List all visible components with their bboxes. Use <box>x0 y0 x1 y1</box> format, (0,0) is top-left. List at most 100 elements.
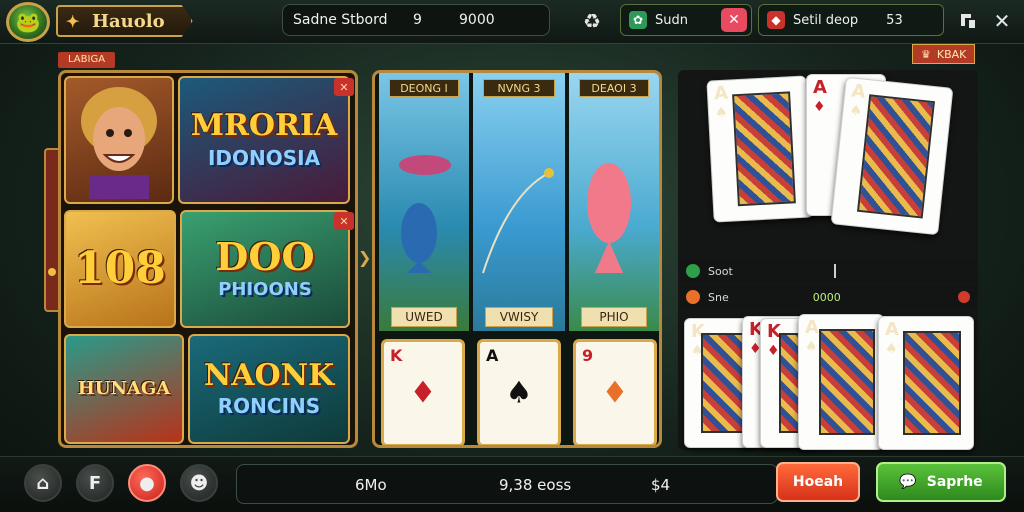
mini-card-1-rank: K <box>390 346 403 365</box>
fish-icon <box>399 155 451 273</box>
card-art <box>701 333 747 433</box>
left-side-tab[interactable] <box>44 148 58 312</box>
tile-hunaga[interactable]: HUNAGA <box>64 334 184 444</box>
bottom-card-4[interactable]: A ♠ <box>798 314 884 450</box>
home-icon[interactable]: ⌂ <box>24 464 62 502</box>
mini-card-2[interactable]: A ♠ <box>477 339 561 445</box>
mini-card-2-rank: A <box>486 346 499 365</box>
tile-108-title: 108 <box>74 243 166 294</box>
bottom-card-4-rank: A <box>805 317 819 338</box>
top-card-2-rank: A <box>813 77 827 98</box>
reel-1[interactable]: DEONG I UWED <box>379 73 469 331</box>
crossed-tools-icon[interactable]: ✕ <box>721 8 747 32</box>
card-art <box>732 91 796 207</box>
tile-portrait[interactable] <box>64 76 174 204</box>
tile-108[interactable]: 108 <box>64 210 176 328</box>
setil-pill[interactable]: ◆ Setil deop 53 <box>758 4 944 36</box>
tile-mroria-subtitle: IDONOSIA <box>207 146 321 170</box>
sudn-pill[interactable]: ✿ Sudn ✕ <box>620 4 752 36</box>
tile-doo-title: DOO <box>215 234 315 280</box>
frog-mascot-icon[interactable]: 🐸 <box>6 2 50 42</box>
hoeah-button[interactable]: Hoeah <box>776 462 860 502</box>
status-row-1: Soot <box>680 260 976 282</box>
tile-naonk-title: NAONK <box>203 358 335 393</box>
bottom-info-mid: 9,38 eoss <box>499 476 572 494</box>
status-2-label: Sne <box>708 290 729 304</box>
mini-card-3[interactable]: 9 ♦ <box>573 339 657 445</box>
reel-3-label: DEAOI 3 <box>579 79 649 97</box>
spade-icon: ♠ <box>848 102 863 120</box>
setil-value: 53 <box>886 12 903 28</box>
spade-icon: ♠ <box>505 375 533 411</box>
tile-naonk-subtitle: RONCINS <box>217 394 321 418</box>
top-card-3[interactable]: A ♠ <box>830 76 954 236</box>
chevron-right-icon[interactable]: ❯ <box>358 248 371 267</box>
kbak-badge[interactable]: ♛ KBAK <box>912 44 976 64</box>
mini-card-1[interactable]: K ♦ <box>381 339 465 445</box>
pink-fish-icon <box>587 163 631 273</box>
leaf-icon: ✿ <box>629 11 647 29</box>
card-art <box>903 331 961 435</box>
reel-2-label: NVNG 3 <box>483 79 555 97</box>
reel-2-bottom-label: VWISY <box>485 307 553 327</box>
reel-1-bottom-label: UWED <box>391 307 457 327</box>
left-panel-label: LABIGA <box>58 52 116 68</box>
bottom-card-5-rank: A <box>885 319 899 340</box>
setil-label: Setil deop <box>793 12 859 28</box>
status-1-label: Soot <box>708 264 733 278</box>
face-icon[interactable]: ☻ <box>180 464 218 502</box>
bottom-info-left: 6Mo <box>355 476 387 494</box>
slot-panel: DEONG I UWED NVNG 3 VWISY DEAOI 3 PHIO K… <box>372 70 662 448</box>
tile-naonk[interactable]: NAONK RONCINS <box>188 334 350 444</box>
crown-icon: ♛ <box>921 47 931 61</box>
spade-icon: ♠ <box>714 104 729 122</box>
reel-3[interactable]: DEAOI 3 PHIO <box>569 73 659 331</box>
saprhe-button[interactable]: 💬 Saprhe <box>876 462 1006 502</box>
diamond-icon: ♦ <box>767 343 780 359</box>
tile-doo-subtitle: PHIOONS <box>218 279 312 301</box>
spade-icon: ♠ <box>885 341 898 357</box>
reel-3-bottom-label: PHIO <box>581 307 647 327</box>
recycle-icon[interactable]: ♻ <box>578 7 606 35</box>
info-mid-text: 9 <box>413 12 422 28</box>
close-icon[interactable]: ✕ <box>988 7 1016 35</box>
status-dot-green-icon <box>686 264 700 278</box>
spade-icon: ♠ <box>805 339 818 355</box>
app-title: Hauolo <box>92 10 165 32</box>
tile-doo[interactable]: DOO PHIOONS <box>180 210 350 328</box>
grinning-man-icon <box>81 87 157 199</box>
location-pin-icon[interactable]: ● <box>128 464 166 502</box>
top-card-1[interactable]: A ♠ <box>706 75 814 223</box>
top-info-bar: Sadne Stbord 9 9000 <box>282 4 550 36</box>
top-card-3-rank: A <box>850 80 867 103</box>
reel-2[interactable]: NVNG 3 VWISY <box>473 73 565 331</box>
tile-mroria[interactable]: MRORIA IDONOSIA <box>178 76 350 204</box>
card-art <box>856 94 935 219</box>
info-left-text: Sadne Stbord <box>293 12 388 28</box>
diamond-icon: ♦ <box>813 99 826 115</box>
tile-close-icon[interactable]: ✕ <box>334 78 354 96</box>
fullscreen-icon[interactable] <box>954 7 982 35</box>
diamond-icon: ♦ <box>409 375 437 411</box>
kbak-label: KBAK <box>936 47 967 61</box>
sudn-label: Sudn <box>655 12 688 28</box>
status-alert-icon[interactable] <box>958 291 970 303</box>
tile-hunaga-title: HUNAGA <box>77 378 171 399</box>
status-divider <box>834 264 836 278</box>
bottom-info-bar: 6Mo 9,38 eoss $4 <box>236 464 778 504</box>
tile-close-icon[interactable]: ✕ <box>334 212 354 230</box>
tile-mroria-title: MRORIA <box>190 108 338 143</box>
shield-icon: ◆ <box>767 11 785 29</box>
spade-icon: ✦ <box>66 12 80 31</box>
saprhe-label: Saprhe <box>926 474 983 490</box>
fishing-line-icon <box>482 168 554 274</box>
bottom-info-right: $4 <box>651 476 671 494</box>
top-card-1-rank: A <box>713 82 729 105</box>
diamond-icon: ♦ <box>601 375 629 411</box>
card-art <box>819 329 875 435</box>
chat-bubble-icon: 💬 <box>899 474 917 490</box>
bottom-card-5[interactable]: A ♠ <box>878 316 974 450</box>
status-row-2: Sne 0000 <box>680 286 976 308</box>
reel-1-label: DEONG I <box>389 79 459 97</box>
menu-icon[interactable]: F <box>76 464 114 502</box>
